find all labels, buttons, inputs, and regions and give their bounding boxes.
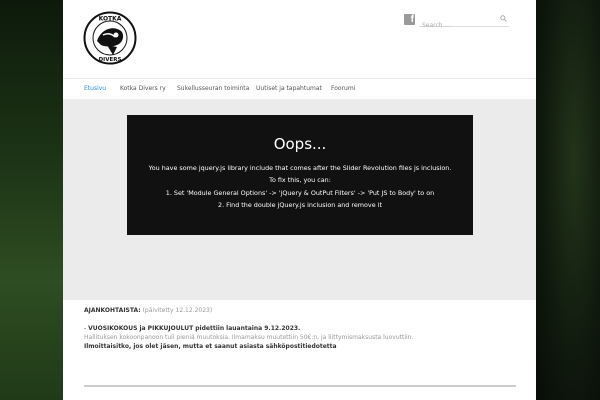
facebook-icon[interactable]: f — [404, 14, 415, 25]
error-message-line: 2. Find the double jQuery.js inclusion a… — [218, 200, 382, 209]
news-event: VUOSIKOKOUS ja PIKKUJOULUT pidettiin lau… — [88, 325, 301, 332]
section-divider — [84, 385, 516, 387]
nav-item-kotka-divers[interactable]: Kotka Divers ry — [120, 79, 166, 99]
search-box — [419, 12, 509, 33]
search-icon[interactable] — [500, 15, 507, 22]
background-left — [0, 0, 63, 400]
slider-error-box: Oops... You have some jquery.js library … — [127, 115, 473, 235]
nav-item-foorumi[interactable]: Foorumi — [331, 79, 355, 99]
main-navigation: Etusivu Kotka Divers ry Sukellusseuran t… — [63, 79, 536, 100]
error-message-line: To fix this, you can: — [269, 176, 331, 185]
news-notice: Ilmoittaisitko, jos olet jäsen, mutta et… — [84, 343, 337, 350]
news-heading-line: AJANKOHTAISTA: (päivitetty 12.12.2023) — [84, 306, 516, 315]
error-message-line: 1. Set 'Module General Options' -> 'jQue… — [165, 188, 435, 197]
news-detail: Hallituksen kokoonpanoon tuli pieniä muu… — [84, 334, 414, 341]
slider-area: Oops... You have some jquery.js library … — [63, 99, 536, 300]
news-updated-date: (päivitetty 12.12.2023) — [142, 307, 213, 314]
logo-text-bottom: DIVERS — [99, 57, 122, 63]
facebook-glyph: f — [410, 14, 414, 25]
kotka-divers-logo[interactable]: KOTKA DIVERS — [83, 11, 137, 65]
news-heading: AJANKOHTAISTA: — [84, 307, 141, 314]
news-section: AJANKOHTAISTA: (päivitetty 12.12.2023) -… — [84, 306, 516, 351]
error-title: Oops... — [273, 135, 327, 153]
nav-item-etusivu[interactable]: Etusivu — [84, 79, 106, 99]
news-event-line: - VUOSIKOKOUS ja PIKKUJOULUT pidettiin l… — [84, 324, 516, 333]
site-header: KOTKA DIVERS f — [63, 0, 536, 79]
background-right — [536, 0, 600, 400]
page-container: KOTKA DIVERS f Etusivu Kotka Divers ry S… — [63, 0, 536, 400]
nav-item-sukellusseuran-toiminta[interactable]: Sukellusseuran toiminta — [177, 79, 249, 99]
nav-item-uutiset-ja-tapahtumat[interactable]: Uutiset ja tapahtumat — [256, 79, 322, 99]
news-notice-line: Ilmoittaisitko, jos olet jäsen, mutta et… — [84, 342, 516, 351]
search-input[interactable] — [419, 18, 496, 33]
logo-text-top: KOTKA — [99, 16, 122, 23]
error-message-line: You have some jquery.js library include … — [148, 164, 452, 172]
